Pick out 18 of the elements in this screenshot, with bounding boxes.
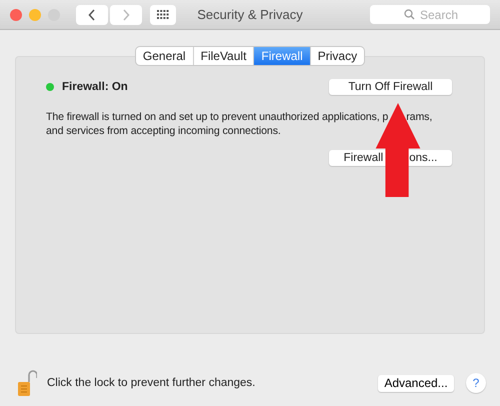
show-all-button[interactable] bbox=[150, 4, 176, 24]
tab[interactable]: Privacy bbox=[310, 47, 364, 65]
chevron-right-icon bbox=[122, 8, 130, 20]
firewall-description: The firewall is turned on and set up to prevent unauthorized applications, p rams, and services from accepting incoming connections. bbox=[46, 110, 434, 138]
chevron-left-icon bbox=[88, 8, 96, 20]
search-icon bbox=[404, 9, 415, 20]
advanced-button[interactable]: Advanced... bbox=[378, 374, 454, 392]
firewall-status: Firewall: On bbox=[62, 81, 128, 93]
unlocked-padlock-icon[interactable] bbox=[17, 369, 37, 397]
search-field[interactable]: Search bbox=[370, 5, 490, 24]
grid-icon bbox=[157, 10, 169, 20]
lock-hint: Click the lock to prevent further changes. bbox=[47, 377, 256, 389]
close-button[interactable] bbox=[10, 8, 22, 20]
minimize-button[interactable] bbox=[29, 8, 41, 20]
back-button[interactable] bbox=[76, 4, 108, 24]
help-button[interactable]: ? bbox=[466, 373, 486, 393]
turn-off-firewall-button[interactable]: Turn Off Firewall bbox=[329, 79, 452, 95]
window-title: Security & Privacy bbox=[197, 7, 303, 22]
